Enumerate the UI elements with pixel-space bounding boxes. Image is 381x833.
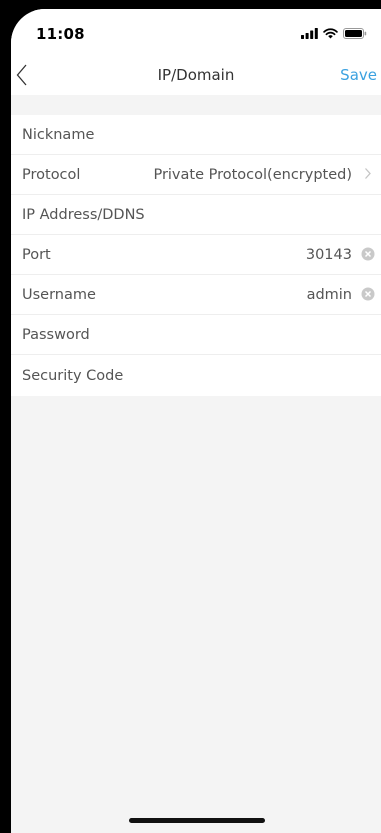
nav-bar: IP/Domain Save <box>11 57 381 95</box>
status-bar: 11:08 <box>11 9 381 57</box>
chevron-right-icon <box>365 168 371 179</box>
protocol-row[interactable]: Protocol Private Protocol(encrypted) <box>11 155 381 195</box>
nickname-row[interactable]: Nickname <box>11 115 381 155</box>
port-label: Port <box>22 246 51 263</box>
page-title: IP/Domain <box>157 66 235 84</box>
clear-icon[interactable] <box>361 247 375 261</box>
nickname-input[interactable] <box>161 119 371 150</box>
save-button[interactable]: Save <box>340 66 377 84</box>
protocol-value: Private Protocol(encrypted) <box>153 166 352 183</box>
home-indicator[interactable] <box>129 818 265 823</box>
security-code-row[interactable]: Security Code <box>11 355 381 396</box>
security-code-label: Security Code <box>22 367 124 384</box>
ip-address-row[interactable]: IP Address/DDNS <box>11 195 381 235</box>
chevron-left-icon[interactable] <box>11 62 33 88</box>
clear-icon[interactable] <box>361 287 375 301</box>
port-row[interactable]: Port 30143 <box>11 235 381 275</box>
device-form: Nickname Protocol Private Protocol(encry… <box>11 115 381 396</box>
phone-screen: 11:08 IP/Domain Save Nickname Protocol P… <box>11 9 381 833</box>
status-time: 11:08 <box>36 25 85 43</box>
nickname-label: Nickname <box>22 126 95 143</box>
password-input[interactable] <box>161 319 371 350</box>
password-row[interactable]: Password <box>11 315 381 355</box>
battery-icon <box>343 28 367 39</box>
username-row[interactable]: Username admin <box>11 275 381 315</box>
status-icons <box>301 28 367 39</box>
ip-address-label: IP Address/DDNS <box>22 206 145 223</box>
username-label: Username <box>22 286 96 303</box>
password-label: Password <box>22 326 90 343</box>
signal-icon <box>301 28 318 39</box>
protocol-label: Protocol <box>22 166 81 183</box>
username-value[interactable]: admin <box>307 287 352 303</box>
wifi-icon <box>323 28 338 39</box>
security-code-input[interactable] <box>161 360 371 391</box>
ip-address-input[interactable] <box>161 199 371 230</box>
port-value[interactable]: 30143 <box>306 247 352 263</box>
